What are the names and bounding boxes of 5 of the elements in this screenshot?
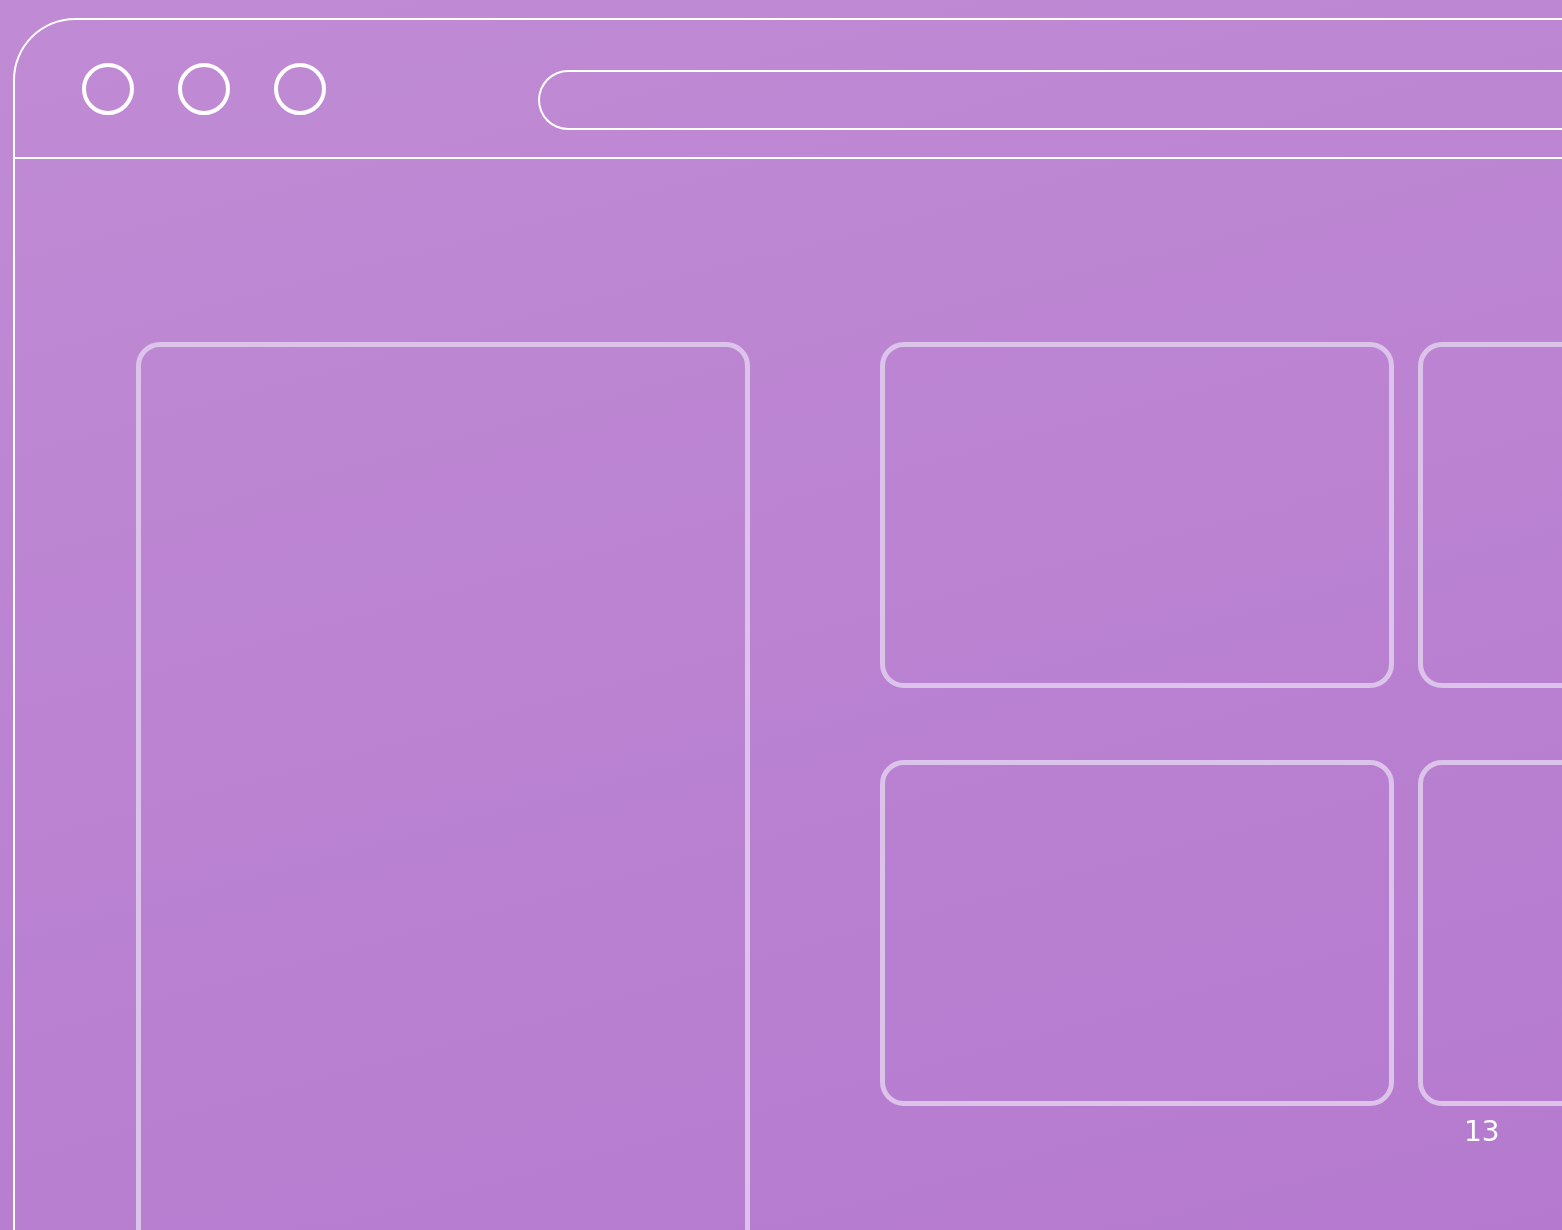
window-button[interactable] (178, 62, 230, 115)
window-button[interactable] (82, 62, 134, 115)
address-bar[interactable] (538, 69, 1562, 130)
window-button[interactable] (274, 62, 326, 115)
page-number: 13 (1464, 1115, 1500, 1148)
